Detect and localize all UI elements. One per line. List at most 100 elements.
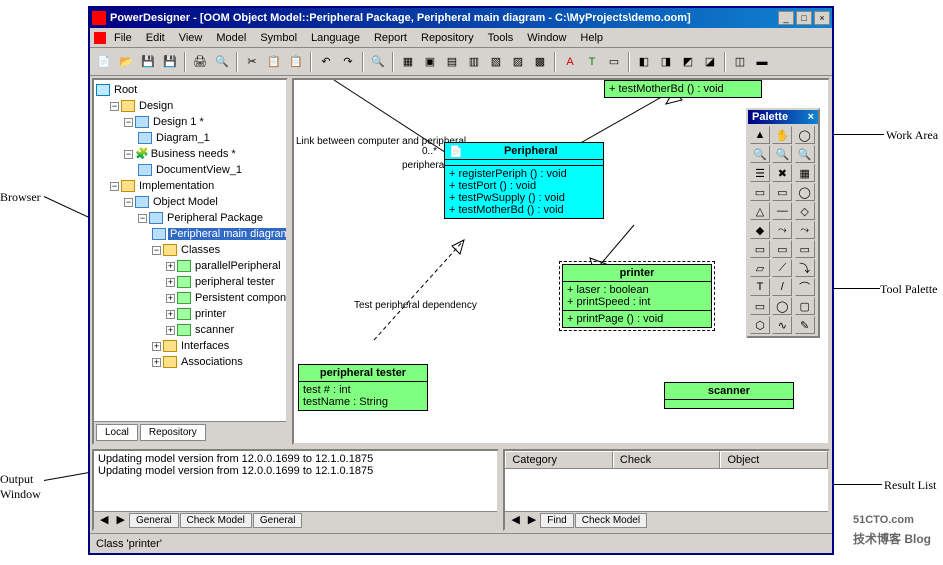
tab-repository[interactable]: Repository [140, 424, 206, 441]
tree-om[interactable]: Object Model [151, 196, 220, 208]
class-scanner[interactable]: scanner [664, 382, 794, 409]
p-ell[interactable]: ◯ [772, 297, 792, 315]
tb-b[interactable]: ▣ [420, 52, 440, 72]
tb-c[interactable]: ▤ [442, 52, 462, 72]
tb-p[interactable]: ▬ [752, 52, 772, 72]
tree-c3[interactable]: Persistent component [193, 292, 286, 304]
close-button[interactable]: × [814, 11, 830, 25]
p-agg[interactable]: ◇ [795, 202, 815, 220]
expander[interactable]: + [166, 262, 175, 271]
tb-a[interactable]: ▦ [398, 52, 418, 72]
p-prop[interactable]: ☰ [750, 164, 770, 182]
menu-help[interactable]: Help [574, 30, 609, 46]
p-free[interactable]: ✎ [795, 316, 815, 334]
p-assoc[interactable]: — [772, 202, 792, 220]
tb-saveall[interactable]: 💾 [160, 52, 180, 72]
tb-d[interactable]: ▥ [464, 52, 484, 72]
tb-f[interactable]: ▨ [508, 52, 528, 72]
p-a[interactable]: ▭ [750, 240, 770, 258]
menu-report[interactable]: Report [368, 30, 413, 46]
p-del[interactable]: ✖ [772, 164, 792, 182]
out-tab-check[interactable]: Check Model [180, 513, 252, 528]
col-check[interactable]: Check [613, 451, 721, 468]
tree[interactable]: Root −Design −Design 1 * Diagram_1 −🧩Bus… [94, 80, 286, 421]
output-content[interactable]: Updating model version from 12.0.0.1699 … [94, 451, 497, 511]
menu-language[interactable]: Language [305, 30, 366, 46]
p-comp[interactable]: ◆ [750, 221, 770, 239]
expander[interactable]: + [166, 294, 175, 303]
p-zoom[interactable]: 🔍 [795, 145, 815, 163]
minimize-button[interactable]: _ [778, 11, 794, 25]
p-rr[interactable]: ▢ [795, 297, 815, 315]
tree-diagram1[interactable]: Diagram_1 [154, 132, 212, 144]
tb-copy[interactable]: 📋 [264, 52, 284, 72]
tree-c1[interactable]: parallelPeripheral [193, 260, 283, 272]
p-text[interactable]: T [750, 278, 770, 296]
tree-c2[interactable]: peripheral tester [193, 276, 277, 288]
expander[interactable]: − [124, 118, 133, 127]
tree-pp[interactable]: Peripheral Package [165, 212, 265, 224]
p-anchor[interactable]: ⤵ [795, 259, 815, 277]
tb-n[interactable]: ◪ [700, 52, 720, 72]
tree-int[interactable]: Interfaces [179, 340, 231, 352]
tb-undo[interactable]: ↶ [316, 52, 336, 72]
p-zoomin[interactable]: 🔍 [772, 145, 792, 163]
p-poly[interactable]: ⬡ [750, 316, 770, 334]
out-tab-general2[interactable]: General [253, 513, 303, 528]
tb-open[interactable]: 📂 [116, 52, 136, 72]
expander[interactable]: − [138, 214, 147, 223]
diagram-canvas[interactable]: Link between computer and peripheral per… [292, 78, 830, 445]
tb-new[interactable]: 📄 [94, 52, 114, 72]
p-zoomout[interactable]: 🔍 [750, 145, 770, 163]
p-real[interactable]: ⤳ [795, 221, 815, 239]
expander[interactable]: − [110, 102, 119, 111]
tb-paste[interactable]: 📋 [286, 52, 306, 72]
p-pkg[interactable]: ▭ [750, 183, 770, 201]
menu-edit[interactable]: Edit [140, 30, 171, 46]
tb-o[interactable]: ◫ [730, 52, 750, 72]
menu-model[interactable]: Model [210, 30, 252, 46]
tab-nav-left[interactable]: ◀ [96, 513, 112, 528]
p-rect[interactable]: ▭ [750, 297, 770, 315]
tb-save[interactable]: 💾 [138, 52, 158, 72]
tb-k[interactable]: ◧ [634, 52, 654, 72]
tb-h[interactable]: A [560, 52, 580, 72]
expander[interactable]: + [166, 310, 175, 319]
rtab-nav-right[interactable]: ▶ [524, 513, 540, 528]
expander[interactable]: + [152, 358, 161, 367]
expander[interactable]: + [166, 326, 175, 335]
rtab-nav-left[interactable]: ◀ [507, 513, 523, 528]
p-hand[interactable]: ✋ [772, 126, 792, 144]
menu-repository[interactable]: Repository [415, 30, 480, 46]
tb-j[interactable]: ▭ [604, 52, 624, 72]
p-lasso[interactable]: ◯ [795, 126, 815, 144]
class-peripheral[interactable]: 📄Peripheral + registerPeriph () : void +… [444, 142, 604, 219]
tree-biz[interactable]: Business needs * [149, 148, 238, 160]
tb-cut[interactable]: ✂ [242, 52, 262, 72]
col-category[interactable]: Category [505, 451, 613, 468]
tb-find[interactable]: 🔍 [368, 52, 388, 72]
p-list[interactable]: ▦ [795, 164, 815, 182]
menu-symbol[interactable]: Symbol [254, 30, 303, 46]
p-b[interactable]: ▭ [772, 240, 792, 258]
p-c[interactable]: ▭ [795, 240, 815, 258]
out-tab-general[interactable]: General [129, 513, 179, 528]
menu-file[interactable]: File [108, 30, 138, 46]
p-line[interactable]: / [772, 278, 792, 296]
p-cls[interactable]: ▭ [772, 183, 792, 201]
result-content[interactable] [505, 469, 828, 511]
tree-root[interactable]: Root [112, 84, 139, 96]
menu-view[interactable]: View [173, 30, 209, 46]
tree-classes[interactable]: Classes [179, 244, 222, 256]
p-if[interactable]: ◯ [795, 183, 815, 201]
tb-i[interactable]: T [582, 52, 602, 72]
tree-c4[interactable]: printer [193, 308, 228, 320]
col-object[interactable]: Object [720, 451, 828, 468]
class-top[interactable]: + testMotherBd () : void [604, 80, 762, 98]
tb-g[interactable]: ▩ [530, 52, 550, 72]
maximize-button[interactable]: □ [796, 11, 812, 25]
p-note[interactable]: ▱ [750, 259, 770, 277]
tree-pmd[interactable]: Peripheral main diagram [168, 228, 286, 240]
p-link[interactable]: ⟋ [772, 259, 792, 277]
tb-l[interactable]: ◨ [656, 52, 676, 72]
